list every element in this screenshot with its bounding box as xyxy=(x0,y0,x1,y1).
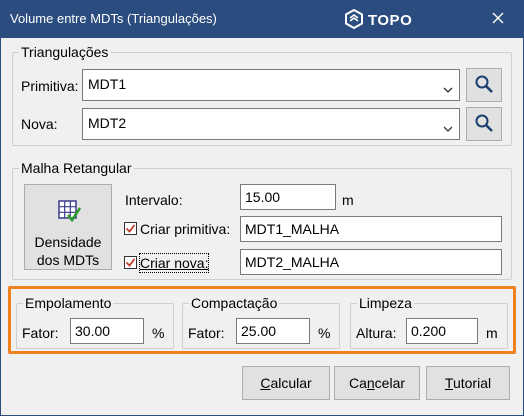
nova-select[interactable]: MDT2 xyxy=(82,108,460,140)
intervalo-unit: m xyxy=(342,192,354,208)
nova-label: Nova: xyxy=(21,116,58,132)
search-icon xyxy=(474,113,494,136)
densidade-line-1: Densidade xyxy=(34,234,102,250)
criar-nova-checkbox[interactable] xyxy=(124,256,137,269)
cancelar-rest: celar xyxy=(374,375,406,391)
highlight-box xyxy=(8,286,516,354)
group-title-malha: Malha Retangular xyxy=(19,159,134,177)
calcular-rest: alcular xyxy=(270,375,312,391)
criar-nova-field[interactable]: MDT2_MALHA xyxy=(240,249,502,275)
intervalo-value: 15.00 xyxy=(245,189,281,205)
criar-primitiva-value: MDT1_MALHA xyxy=(245,221,340,237)
grid-check-icon xyxy=(57,199,82,226)
chevron-down-icon xyxy=(443,120,453,136)
nova-select-value: MDT2 xyxy=(88,115,127,131)
group-title-triangulacoes: Triangulações xyxy=(19,43,111,61)
primitiva-label: Primitiva: xyxy=(21,78,79,94)
calcular-button[interactable]: Calcular xyxy=(242,366,330,400)
brand-logo: TOPO xyxy=(344,8,413,32)
chevron-down-icon xyxy=(443,81,453,97)
calcular-mnemonic: C xyxy=(260,375,271,391)
tutorial-rest: utorial xyxy=(452,375,492,391)
nova-search-button[interactable] xyxy=(466,107,502,141)
criar-primitiva-field[interactable]: MDT1_MALHA xyxy=(240,216,502,242)
primitiva-search-button[interactable] xyxy=(466,68,502,102)
tutorial-mnemonic: T xyxy=(444,375,453,391)
topo-logo-icon xyxy=(344,8,364,32)
title-bar: Volume entre MDTs (Triangulações) TOPO xyxy=(0,0,524,38)
intervalo-field[interactable]: 15.00 xyxy=(240,184,336,210)
cancelar-pre: Ca xyxy=(348,375,367,391)
close-icon xyxy=(492,11,504,27)
intervalo-label: Intervalo: xyxy=(125,192,183,208)
close-button[interactable] xyxy=(486,7,510,31)
search-icon xyxy=(474,74,494,97)
cancelar-mnemonic: n xyxy=(366,375,375,391)
criar-primitiva-label[interactable]: Criar primitiva: xyxy=(140,220,230,238)
criar-primitiva-checkbox[interactable] xyxy=(124,222,137,235)
criar-nova-value: MDT2_MALHA xyxy=(245,254,340,270)
densidade-mdts-button[interactable]: Densidade dos MDTs xyxy=(24,184,112,270)
cancelar-button[interactable]: Cancelar xyxy=(334,366,420,400)
densidade-caption: Densidade dos MDTs xyxy=(25,233,111,269)
tutorial-button[interactable]: Tutorial xyxy=(426,366,510,400)
window-title: Volume entre MDTs (Triangulações) xyxy=(10,11,217,26)
brand-name: TOPO xyxy=(368,12,413,29)
primitiva-select-value: MDT1 xyxy=(88,76,127,92)
primitiva-select[interactable]: MDT1 xyxy=(82,69,460,101)
densidade-line-2: dos MDTs xyxy=(36,252,100,268)
criar-nova-label[interactable]: Criar nova: xyxy=(138,253,210,273)
